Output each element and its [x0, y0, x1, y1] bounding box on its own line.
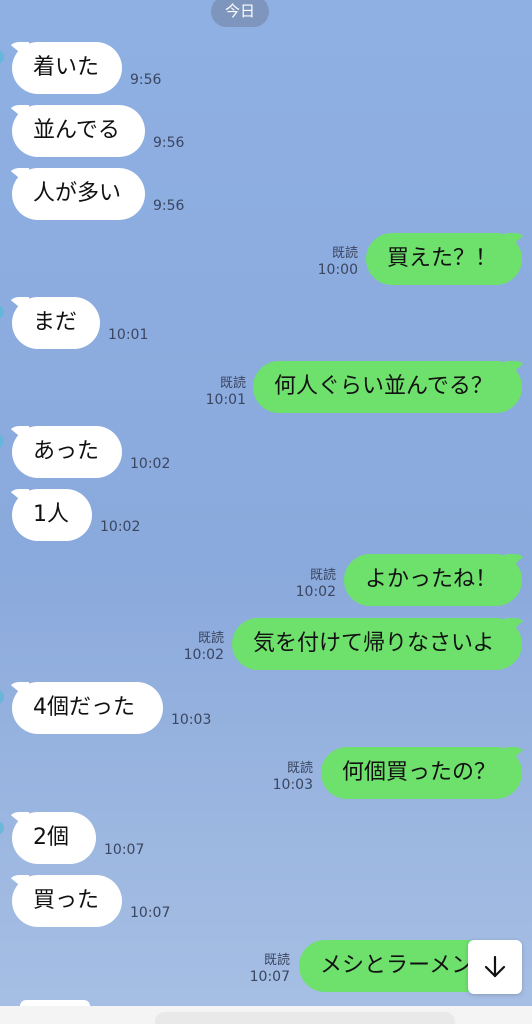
- message-time: 10:02: [100, 519, 141, 535]
- read-receipt: 既読: [331, 246, 358, 261]
- chat-area[interactable]: 今日 着いた 9:56 並んでる 9:56 人が多い 9:56 既読 10:00…: [0, 0, 532, 1006]
- message-time: 10:01: [205, 392, 246, 408]
- read-receipt: 既読: [309, 568, 336, 583]
- read-receipt: 既読: [219, 376, 246, 391]
- outgoing-message[interactable]: 買えた？！: [366, 233, 522, 285]
- message-status: 既読 10:01: [196, 375, 246, 409]
- message-time: 10:02: [295, 584, 336, 600]
- message-time: 10:07: [130, 905, 171, 921]
- message-time: 10:00: [317, 262, 358, 278]
- incoming-message[interactable]: 人が多い: [12, 168, 145, 220]
- message-time: 10:02: [183, 647, 224, 663]
- message-time: 10:07: [104, 842, 145, 858]
- message-status: 既読 10:00: [310, 245, 358, 279]
- sender-avatar[interactable]: [0, 690, 4, 704]
- incoming-message[interactable]: 着いた: [12, 42, 122, 94]
- sender-avatar[interactable]: [0, 50, 4, 64]
- read-receipt: 既読: [286, 761, 313, 776]
- message-time: 10:03: [272, 777, 313, 793]
- sender-avatar[interactable]: [0, 305, 4, 319]
- message-time: 9:56: [130, 72, 162, 88]
- message-time: 9:56: [153, 135, 185, 151]
- read-receipt: 既読: [197, 631, 224, 646]
- incoming-message[interactable]: あった: [12, 426, 122, 478]
- sender-avatar[interactable]: [0, 434, 4, 448]
- outgoing-message[interactable]: 何人ぐらい並んでる？: [253, 361, 522, 413]
- date-chip: 今日: [211, 0, 269, 27]
- message-time: 10:02: [130, 456, 171, 472]
- outgoing-message[interactable]: 気を付けて帰りなさいよ: [232, 618, 522, 670]
- message-status: 既読 10:03: [265, 760, 313, 794]
- incoming-message[interactable]: まだ: [12, 297, 100, 349]
- message-time: 10:01: [108, 327, 149, 343]
- outgoing-message[interactable]: 何個買ったの？: [321, 747, 522, 799]
- message-time: 10:07: [249, 969, 290, 985]
- incoming-message[interactable]: 4個だった: [12, 682, 163, 734]
- message-status: 既読 10:02: [174, 630, 224, 664]
- message-time: 10:03: [171, 712, 212, 728]
- message-status: 既読 10:02: [288, 567, 336, 601]
- message-time: 9:56: [153, 198, 185, 214]
- message-status: 既読 10:07: [242, 952, 290, 986]
- scroll-to-bottom-button[interactable]: [468, 940, 522, 994]
- read-receipt: 既読: [263, 953, 290, 968]
- arrow-down-icon: [484, 955, 506, 978]
- incoming-message[interactable]: 1人: [12, 489, 92, 541]
- incoming-message[interactable]: 並んでる: [12, 105, 145, 157]
- incoming-message[interactable]: 買った: [12, 875, 122, 927]
- sender-avatar[interactable]: [0, 821, 4, 835]
- incoming-message[interactable]: 2個: [12, 812, 96, 864]
- outgoing-message[interactable]: よかったね！: [344, 554, 522, 606]
- message-input[interactable]: [155, 1012, 455, 1024]
